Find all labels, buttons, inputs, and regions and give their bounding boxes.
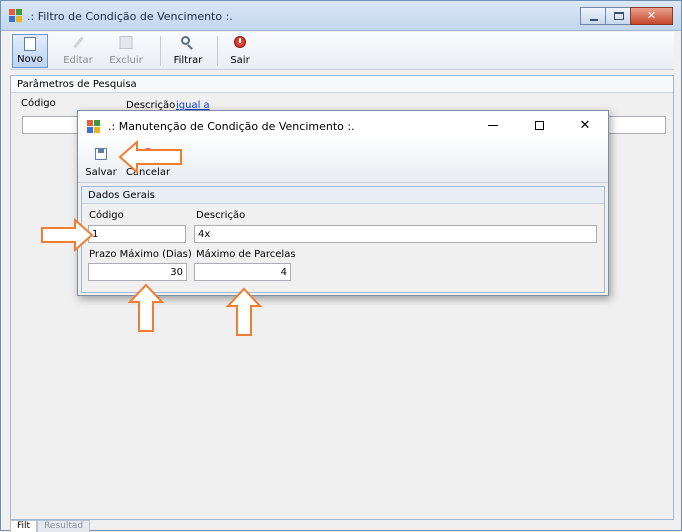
editar-button[interactable]: Editar <box>58 34 98 68</box>
prazo-label: Prazo Máximo (Dias) <box>89 249 192 260</box>
save-icon <box>95 148 107 160</box>
dados-gerais-header: Dados Gerais <box>82 187 604 204</box>
maximize-button[interactable] <box>605 7 631 25</box>
close-icon: ✕ <box>579 118 591 133</box>
search-codigo-label: Código <box>21 98 56 109</box>
new-document-icon <box>24 37 36 51</box>
callout-arrow-parcelas <box>226 287 262 336</box>
bottom-tab-strip: Filt Resultad <box>10 520 91 532</box>
callout-arrow-shape <box>226 287 262 336</box>
dialog-title-bar[interactable]: .: Manutenção de Condição de Vencimento … <box>78 111 608 141</box>
delete-icon <box>119 36 133 49</box>
salvar-label: Salvar <box>85 167 117 178</box>
excluir-label: Excluir <box>109 55 143 66</box>
dialog-app-icon <box>87 120 100 133</box>
novo-label: Novo <box>17 54 43 65</box>
editar-label: Editar <box>63 55 93 66</box>
dialog-close-button[interactable]: ✕ <box>562 111 608 141</box>
toolbar-separator <box>160 36 161 66</box>
dialog-title: .: Manutenção de Condição de Vencimento … <box>108 120 355 133</box>
filtrar-label: Filtrar <box>173 55 203 66</box>
minimize-icon <box>590 19 598 21</box>
main-window-title: .: Filtro de Condição de Vencimento :. <box>27 10 233 23</box>
search-icon <box>181 36 195 50</box>
search-parameters-title: Parâmetros de Pesquisa <box>17 79 137 90</box>
callout-arrow-shape <box>41 218 94 252</box>
maintenance-dialog: .: Manutenção de Condição de Vencimento … <box>77 110 609 296</box>
callout-arrow-shape <box>118 140 182 174</box>
minimize-button[interactable] <box>580 7 606 25</box>
sair-label: Sair <box>230 55 250 66</box>
minimize-icon <box>488 125 498 126</box>
salvar-button[interactable]: Salvar <box>84 144 118 180</box>
search-parameters-header: Parâmetros de Pesquisa <box>11 76 673 93</box>
maximize-icon <box>614 12 624 20</box>
tab-resultado[interactable]: Resultad <box>37 520 91 532</box>
main-toolbar: Novo Editar Excluir Filtrar Sair <box>10 32 674 70</box>
dados-gerais-title: Dados Gerais <box>88 190 155 201</box>
codigo-label: Código <box>89 210 124 221</box>
novo-button[interactable]: Novo <box>12 34 48 68</box>
callout-arrow-prazo <box>128 283 164 332</box>
callout-arrow-salvar <box>118 140 182 174</box>
power-icon <box>234 36 246 48</box>
maximize-icon <box>534 121 544 130</box>
dialog-minimize-button[interactable] <box>470 111 516 141</box>
toolbar-separator <box>217 36 218 66</box>
sair-button[interactable]: Sair <box>224 34 256 68</box>
tab-filtro[interactable]: Filt <box>10 520 38 532</box>
parcelas-input[interactable] <box>194 263 291 281</box>
app-icon <box>9 9 22 22</box>
close-button[interactable]: ✕ <box>630 7 673 25</box>
callout-arrow-shape <box>128 283 164 332</box>
dialog-maximize-button[interactable] <box>516 111 562 141</box>
filtrar-button[interactable]: Filtrar <box>168 34 208 68</box>
callout-arrow-codigo <box>41 218 94 252</box>
main-window-controls: ✕ <box>580 7 673 25</box>
excluir-button[interactable]: Excluir <box>104 34 148 68</box>
close-icon: ✕ <box>646 9 657 22</box>
dados-gerais-group: Dados Gerais Código Descrição Prazo Máxi… <box>81 186 605 293</box>
descricao-label: Descrição <box>196 210 246 221</box>
codigo-input[interactable] <box>88 225 186 243</box>
dialog-window-controls: ✕ <box>470 111 608 141</box>
edit-icon <box>72 36 84 50</box>
main-title-bar[interactable]: .: Filtro de Condição de Vencimento :. ✕ <box>1 1 681 31</box>
parcelas-label: Máximo de Parcelas <box>196 249 296 260</box>
prazo-input[interactable] <box>88 263 187 281</box>
descricao-input[interactable] <box>194 225 597 243</box>
